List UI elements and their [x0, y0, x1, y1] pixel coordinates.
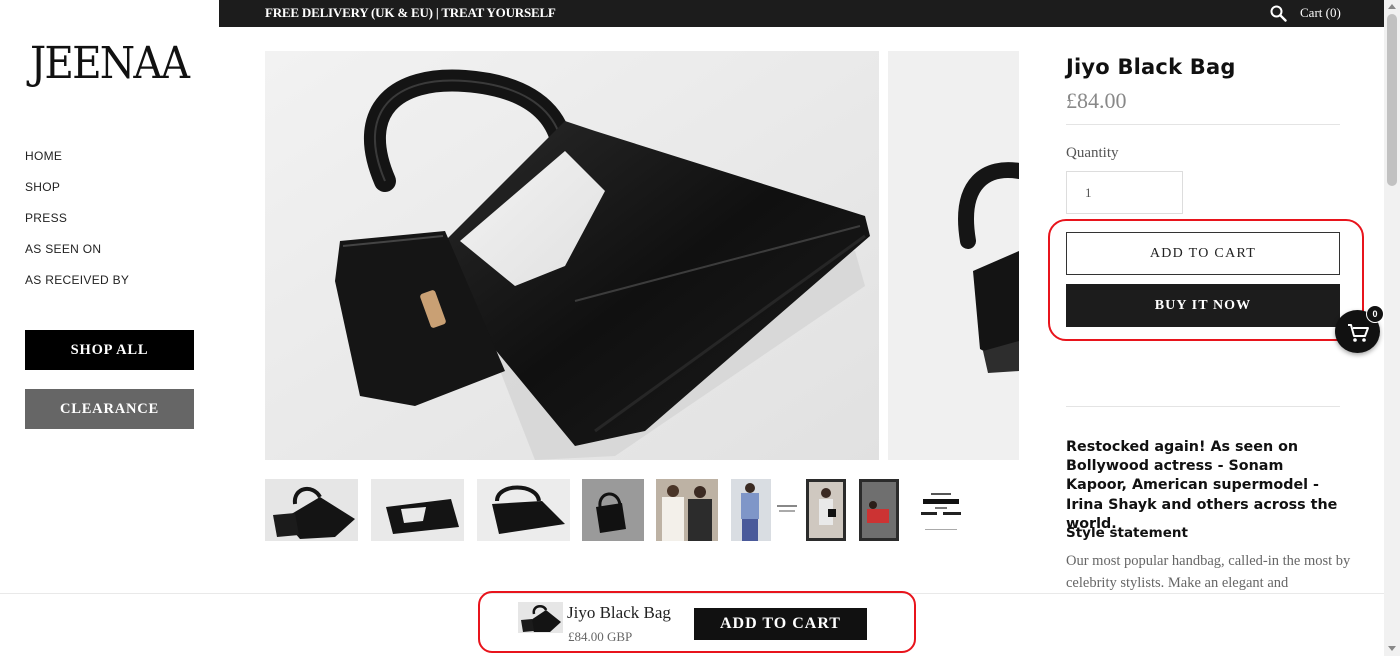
people-photo-icon: [731, 479, 771, 541]
bag-image-icon: [265, 51, 879, 460]
cart-link[interactable]: Cart (0): [1300, 5, 1341, 21]
thumbnail-7[interactable]: [806, 479, 846, 541]
thumbnail-6[interactable]: [731, 479, 771, 541]
style-statement-heading: Style statement: [1066, 525, 1188, 541]
sticky-product-title: Jiyo Black Bag: [567, 603, 671, 622]
product-price: £84.00: [1066, 88, 1127, 113]
bag-photo-icon: [582, 479, 644, 541]
main-nav: HOME SHOP PRESS AS SEEN ON AS RECEIVED B…: [25, 148, 129, 303]
thumbnail-9[interactable]: [911, 479, 971, 541]
product-description: Our most popular handbag, called-in the …: [1066, 553, 1351, 591]
buy-it-now-button[interactable]: BUY IT NOW: [1066, 284, 1340, 327]
nav-item-press[interactable]: PRESS: [25, 210, 129, 241]
divider: [1066, 406, 1340, 407]
nav-item-as-received-by[interactable]: AS RECEIVED BY: [25, 272, 129, 303]
thumbnail-5[interactable]: [656, 479, 718, 541]
next-product-image[interactable]: [888, 51, 1019, 460]
press-clipping-icon: [773, 479, 801, 541]
thumbnail-6b[interactable]: [773, 479, 801, 541]
people-photo-icon: [859, 479, 899, 541]
sticky-product-price: £84.00 GBP: [568, 629, 633, 644]
scroll-thumb[interactable]: [1387, 14, 1397, 186]
main-product-image[interactable]: [265, 51, 879, 460]
thumbnail-2[interactable]: [371, 479, 464, 541]
product-description-highlight: Restocked again! As seen on Bollywood ac…: [1066, 439, 1338, 532]
promo-text: FREE DELIVERY (UK & EU) | TREAT YOURSELF: [265, 5, 556, 20]
thumbnail-1[interactable]: [265, 479, 358, 541]
quantity-label: Quantity: [1066, 145, 1119, 161]
cart-count-badge: 0: [1366, 305, 1384, 323]
search-icon[interactable]: [1270, 5, 1287, 22]
press-clipping-icon: [911, 479, 971, 541]
clearance-button[interactable]: CLEARANCE: [25, 389, 194, 429]
scroll-up-arrow-icon[interactable]: [1388, 4, 1396, 9]
product-title: Jiyo Black Bag: [1066, 55, 1236, 79]
shop-all-button[interactable]: SHOP ALL: [25, 330, 194, 370]
thumbnail-3[interactable]: [477, 479, 570, 541]
brand-logo[interactable]: JEENAA: [30, 38, 190, 90]
thumbnail-8[interactable]: [859, 479, 899, 541]
divider: [1066, 124, 1340, 125]
page-scrollbar[interactable]: [1384, 0, 1400, 656]
add-to-cart-button[interactable]: ADD TO CART: [1066, 232, 1340, 275]
nav-item-as-seen-on[interactable]: AS SEEN ON: [25, 241, 129, 272]
sticky-cart-bar: [0, 593, 1384, 656]
thumbnail-4[interactable]: [582, 479, 644, 541]
sticky-add-to-cart-button[interactable]: ADD TO CART: [694, 608, 867, 640]
quantity-input[interactable]: [1066, 171, 1183, 214]
people-photo-icon: [656, 479, 718, 541]
bag-photo-icon: [518, 602, 563, 633]
bag-photo-icon: [371, 479, 464, 541]
sticky-product-thumbnail: [518, 602, 563, 633]
announcement-bar: FREE DELIVERY (UK & EU) | TREAT YOURSELF…: [219, 0, 1384, 27]
nav-item-home[interactable]: HOME: [25, 148, 129, 179]
scroll-down-arrow-icon[interactable]: [1388, 646, 1396, 651]
people-photo-icon: [806, 479, 846, 541]
nav-item-shop[interactable]: SHOP: [25, 179, 129, 210]
bag-image-icon: [888, 51, 1019, 460]
bag-photo-icon: [265, 479, 358, 541]
bag-photo-icon: [477, 479, 570, 541]
sidebar: JEENAA HOME SHOP PRESS AS SEEN ON AS REC…: [0, 0, 219, 656]
